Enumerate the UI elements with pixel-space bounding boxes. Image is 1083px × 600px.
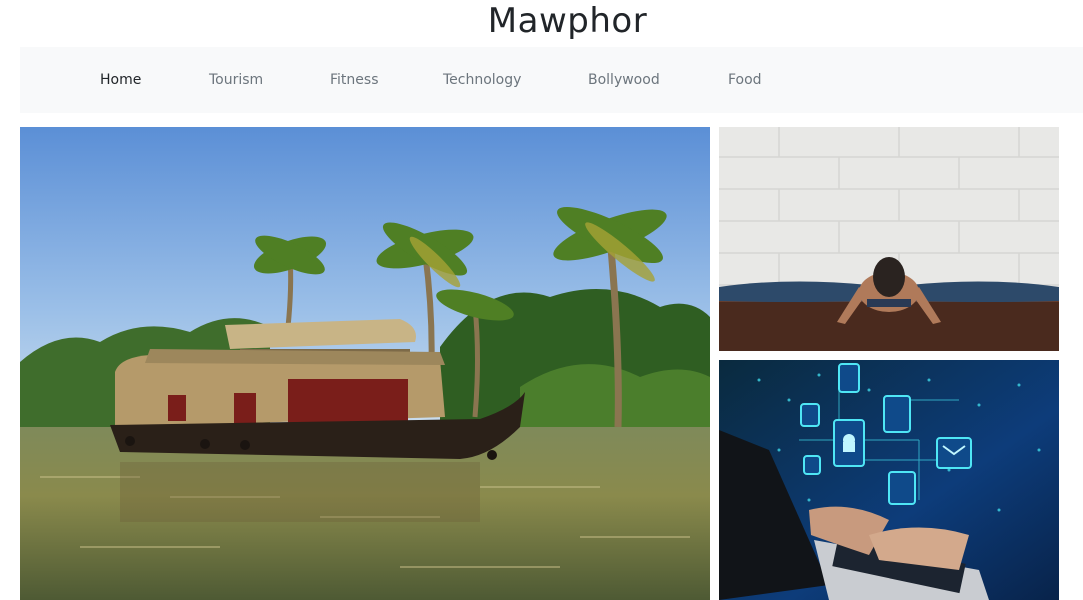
houseboat-illustration [20,127,710,600]
nav-item-food[interactable]: Food [728,47,762,113]
nav-item-fitness[interactable]: Fitness [330,47,379,113]
nav-item-technology[interactable]: Technology [443,47,521,113]
nav-item-tourism[interactable]: Tourism [209,47,263,113]
yoga-photo[interactable] [719,127,1059,351]
main-navbar: Home Tourism Fitness Technology Bollywoo… [20,47,1083,113]
cyber-security-photo[interactable] [719,360,1059,600]
nav-item-bollywood[interactable]: Bollywood [588,47,660,113]
site-title: Mawphor [487,1,648,41]
nav-item-home[interactable]: Home [100,47,141,113]
yoga-illustration [719,127,1059,351]
cyber-security-illustration [719,360,1059,600]
houseboat-photo[interactable] [20,127,710,600]
